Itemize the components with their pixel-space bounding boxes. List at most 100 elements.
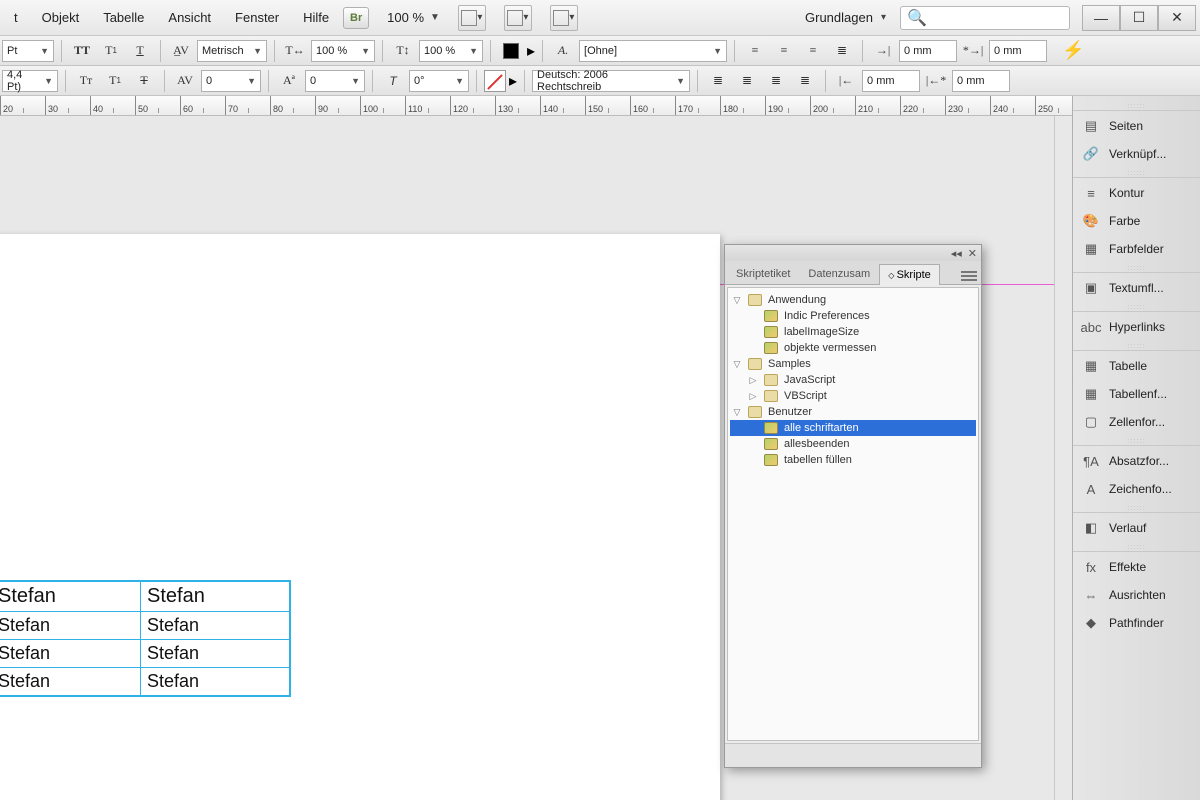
align-center-button[interactable]: ≡ (771, 39, 797, 63)
align-right-button[interactable]: ≡ (800, 39, 826, 63)
allcaps-button[interactable]: TT (69, 39, 95, 63)
panel-pathfinder[interactable]: ◆Pathfinder (1073, 609, 1200, 637)
maximize-button[interactable]: ☐ (1120, 5, 1158, 31)
justify-right-button[interactable]: ≣ (763, 69, 789, 93)
horizontal-ruler[interactable]: 2030405060708090100110120130140150160170… (0, 96, 1072, 116)
menu-item-view[interactable]: Ansicht (158, 6, 221, 29)
panel-seiten[interactable]: ▤Seiten (1073, 112, 1200, 140)
collapse-icon[interactable]: ◂◂ (951, 247, 962, 260)
panel-verknpf[interactable]: 🔗Verknüpf... (1073, 140, 1200, 168)
view-options-button[interactable]: ▾ (550, 5, 578, 31)
table-cell[interactable]: Stefan (141, 668, 290, 696)
first-line-indent-field[interactable]: 0 mm (989, 40, 1047, 62)
page[interactable]: StefanStefanStefanStefanStefanStefanStef… (0, 234, 720, 800)
search-input[interactable]: 🔍 (900, 6, 1070, 30)
close-button[interactable]: ✕ (1158, 5, 1196, 31)
panel-hyperlinks[interactable]: abcHyperlinks (1073, 313, 1200, 341)
table-cell[interactable]: Stefan (141, 640, 290, 668)
tree-script[interactable]: Indic Preferences (730, 308, 976, 324)
menu-item-object[interactable]: Objekt (32, 6, 90, 29)
table-cell[interactable]: Stefan (141, 612, 290, 640)
superscript-button[interactable]: T1 (98, 39, 124, 63)
scale-h-combo[interactable]: 100 %▼ (311, 40, 375, 62)
table-cell[interactable]: Stefan (0, 582, 141, 612)
tab-scriptlabel[interactable]: Skriptetiket (727, 263, 799, 284)
tree-folder[interactable]: ▽Benutzer (730, 404, 976, 420)
scripts-tree[interactable]: ▽AnwendungIndic PreferenceslabelImageSiz… (727, 287, 979, 741)
table-cell[interactable]: Stefan (141, 582, 290, 612)
tree-folder[interactable]: ▽Samples (730, 356, 976, 372)
justify-full-button[interactable]: ≣ (829, 39, 855, 63)
vertical-scrollbar[interactable] (1054, 116, 1072, 800)
tree-folder[interactable]: ▷VBScript (730, 388, 976, 404)
subscript-button[interactable]: T1 (102, 69, 128, 93)
justify-all-button[interactable]: ≣ (792, 69, 818, 93)
triangle-down-icon[interactable]: ▽ (732, 407, 742, 418)
content-table[interactable]: StefanStefanStefanStefanStefanStefanStef… (0, 580, 291, 697)
arrange-documents-button[interactable]: ▾ (504, 5, 532, 31)
tree-script[interactable]: tabellen füllen (730, 452, 976, 468)
menu-item-window[interactable]: Fenster (225, 6, 289, 29)
tree-folder[interactable]: ▷JavaScript (730, 372, 976, 388)
font-size-combo[interactable]: Pt▼ (2, 40, 54, 62)
panel-zellenfor[interactable]: ▢Zellenfor... (1073, 408, 1200, 436)
panel-textumfl[interactable]: ▣Textumfl... (1073, 274, 1200, 302)
stroke-proxy[interactable] (484, 70, 506, 92)
align-left-button[interactable]: ≡ (742, 39, 768, 63)
justify-left-button[interactable]: ≣ (705, 69, 731, 93)
chevron-right-icon[interactable]: ▸ (509, 71, 517, 91)
panel-farbe[interactable]: 🎨Farbe (1073, 207, 1200, 235)
menu-item-help[interactable]: Hilfe (293, 6, 339, 29)
panel-farbfelder[interactable]: ▦Farbfelder (1073, 235, 1200, 263)
indent-left-field[interactable]: 0 mm (899, 40, 957, 62)
table-cell[interactable]: Stefan (0, 612, 141, 640)
panel-tabellenf[interactable]: ▦Tabellenf... (1073, 380, 1200, 408)
quick-apply-icon[interactable]: ⚡ (1062, 40, 1084, 61)
last-line-indent-field[interactable]: 0 mm (952, 70, 1010, 92)
panel-ausrichten[interactable]: ⇔Ausrichten (1073, 581, 1200, 609)
leading-combo[interactable]: 4,4 Pt)▼ (2, 70, 58, 92)
panel-titlebar[interactable]: ◂◂ ✕ (725, 245, 981, 261)
table-cell[interactable]: Stefan (0, 668, 141, 696)
tree-script[interactable]: alle schriftarten (730, 420, 976, 436)
strikethrough-button[interactable]: T (131, 69, 157, 93)
language-combo[interactable]: Deutsch: 2006 Rechtschreib▼ (532, 70, 690, 92)
table-cell[interactable]: Stefan (0, 640, 141, 668)
justify-center-button[interactable]: ≣ (734, 69, 760, 93)
workspace-switcher[interactable]: Grundlagen▾ (795, 10, 896, 25)
panel-tabelle[interactable]: ▦Tabelle (1073, 352, 1200, 380)
triangle-down-icon[interactable]: ▽ (732, 359, 742, 370)
zoom-combo[interactable]: 100 %▼ (387, 10, 440, 25)
triangle-right-icon[interactable]: ▷ (748, 391, 758, 402)
chevron-right-icon[interactable]: ▸ (527, 41, 535, 61)
indent-right-field[interactable]: 0 mm (862, 70, 920, 92)
fill-proxy[interactable] (498, 39, 524, 63)
tab-scripts[interactable]: ◇ Skripte (879, 264, 940, 285)
panel-kontur[interactable]: ≡Kontur (1073, 179, 1200, 207)
tree-script[interactable]: objekte vermessen (730, 340, 976, 356)
tracking-combo[interactable]: 0▼ (201, 70, 261, 92)
triangle-right-icon[interactable]: ▷ (748, 375, 758, 386)
bridge-button[interactable]: Br (343, 7, 369, 29)
close-icon[interactable]: ✕ (968, 247, 977, 260)
menu-item[interactable]: t (4, 6, 28, 29)
tree-script[interactable]: allesbeenden (730, 436, 976, 452)
panel-effekte[interactable]: fxEffekte (1073, 553, 1200, 581)
panel-absatzfor[interactable]: ¶AAbsatzfor... (1073, 447, 1200, 475)
skew-combo[interactable]: 0°▼ (409, 70, 469, 92)
triangle-down-icon[interactable]: ▽ (732, 295, 742, 306)
char-style-combo[interactable]: [Ohne]▼ (579, 40, 727, 62)
screen-mode-button[interactable]: ▾ (458, 5, 486, 31)
scale-v-combo[interactable]: 100 %▼ (419, 40, 483, 62)
underline-button[interactable]: T (127, 39, 153, 63)
tree-script[interactable]: labelImageSize (730, 324, 976, 340)
optical-kerning-combo[interactable]: Metrisch▼ (197, 40, 267, 62)
minimize-button[interactable]: — (1082, 5, 1120, 31)
smallcaps-button[interactable]: Tт (73, 69, 99, 93)
tab-datamerge[interactable]: Datenzusam (799, 263, 879, 284)
panel-zeichenfo[interactable]: AZeichenfo... (1073, 475, 1200, 503)
baseline-shift-combo[interactable]: 0▼ (305, 70, 365, 92)
scripts-panel[interactable]: ◂◂ ✕ Skriptetiket Datenzusam ◇ Skripte ▽… (724, 244, 982, 768)
panel-menu-button[interactable] (961, 271, 977, 281)
menu-item-table[interactable]: Tabelle (93, 6, 154, 29)
